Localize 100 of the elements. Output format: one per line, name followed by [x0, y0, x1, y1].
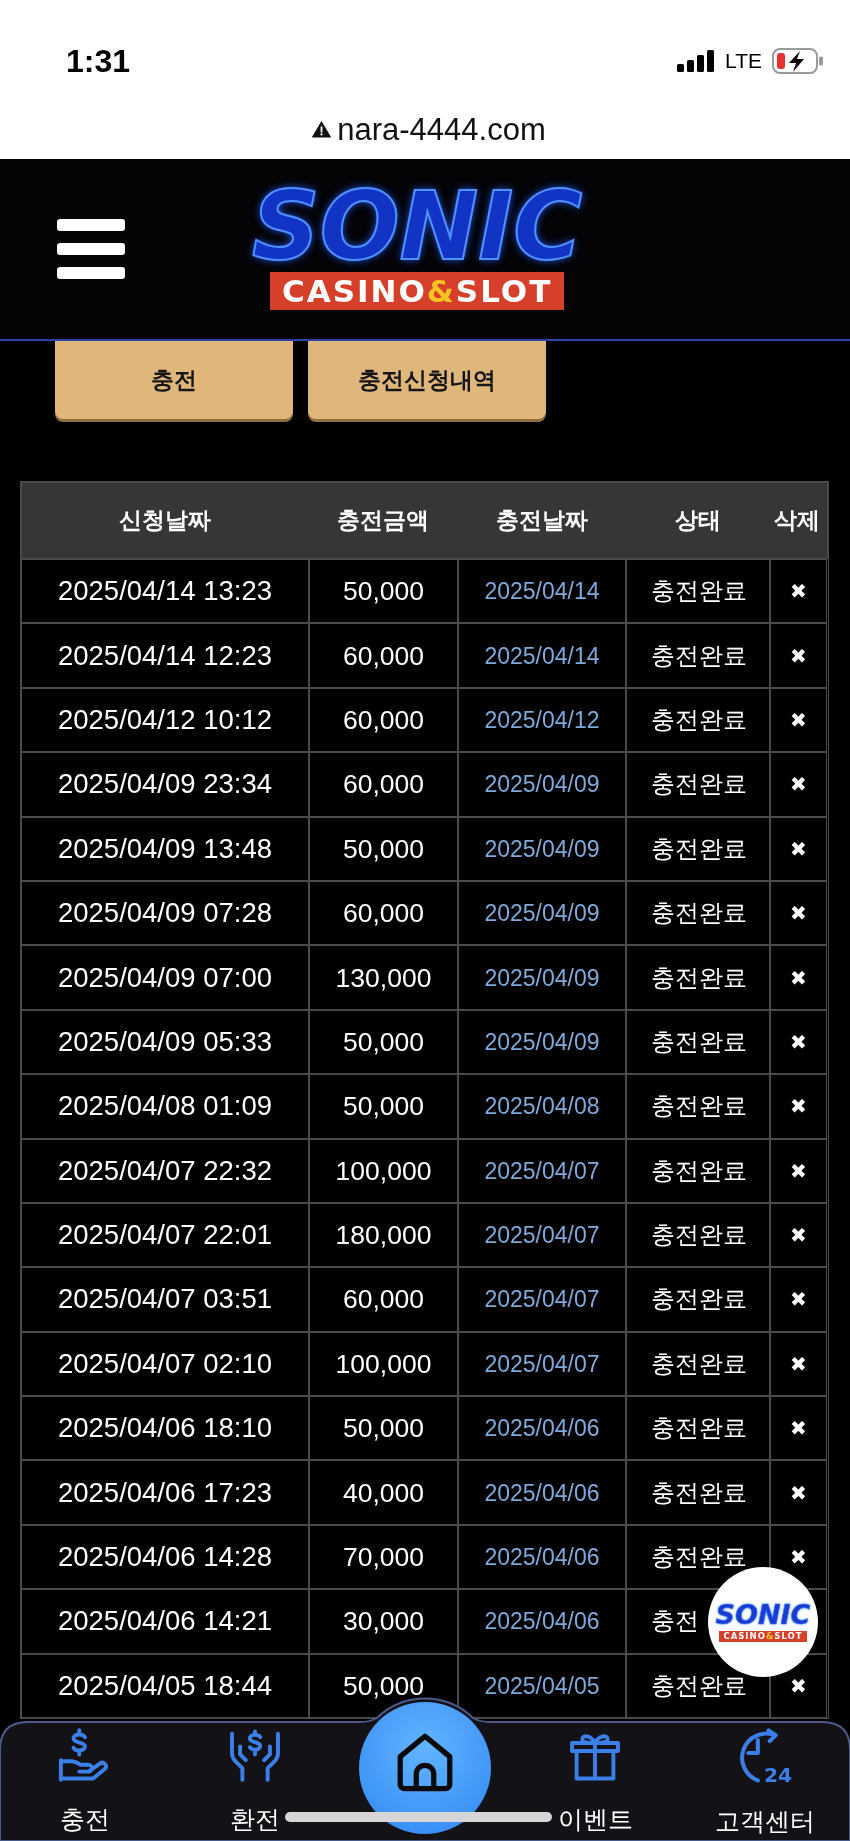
- charge-amount: 60,000: [342, 901, 425, 926]
- warning-icon: [312, 121, 332, 138]
- request-time: 2025/04/06 14:28: [57, 1544, 273, 1571]
- status-time: 1:31: [66, 42, 131, 81]
- logo-banner: CASINO&SLOT: [269, 272, 565, 310]
- request-time: 2025/04/07 03:51: [57, 1286, 273, 1313]
- charge-date: 2025/04/09: [484, 901, 600, 926]
- menu-button[interactable]: [57, 219, 125, 279]
- charge-amount: 180,000: [335, 1223, 432, 1248]
- delete-button[interactable]: ✖: [790, 1098, 807, 1115]
- charge-amount: 100,000: [335, 1158, 432, 1183]
- column-header: 삭제: [774, 506, 821, 535]
- status-text: 충전완료: [651, 900, 747, 927]
- url-text[interactable]: nara-4444.com: [337, 110, 546, 149]
- delete-button[interactable]: ✖: [790, 647, 807, 664]
- charge-button[interactable]: 충전: [55, 341, 293, 419]
- charge-date: 2025/04/07: [484, 1287, 600, 1312]
- delete-button[interactable]: ✖: [790, 840, 807, 857]
- charge-amount: 30,000: [342, 1609, 425, 1634]
- charge-amount: 40,000: [342, 1480, 425, 1505]
- charge-date: 2025/04/06: [484, 1545, 600, 1570]
- request-time: 2025/04/06 18:10: [57, 1415, 273, 1442]
- exchange-tab[interactable]: 환전: [227, 1728, 283, 1834]
- delete-button[interactable]: ✖: [790, 1227, 807, 1244]
- delete-button[interactable]: ✖: [790, 1677, 807, 1694]
- column-header: 신청날짜: [119, 506, 212, 535]
- charge-date: 2025/04/09: [484, 965, 600, 990]
- charge-amount: 50,000: [342, 836, 425, 861]
- charge-tab[interactable]: 충전: [57, 1728, 113, 1834]
- charge-amount: 50,000: [342, 1029, 425, 1054]
- request-time: 2025/04/05 18:44: [57, 1672, 273, 1699]
- charge-date: 2025/04/09: [484, 1029, 600, 1054]
- charge-date: 2025/04/07: [484, 1223, 600, 1248]
- signal-icon: [677, 50, 716, 72]
- request-time: 2025/04/06 14:21: [57, 1608, 273, 1635]
- charge-date: 2025/04/14: [484, 579, 600, 604]
- charge-amount: 60,000: [342, 643, 425, 668]
- status-text: 충전완료: [651, 1350, 747, 1377]
- delete-button[interactable]: ✖: [790, 1549, 807, 1566]
- request-time: 2025/04/06 17:23: [57, 1479, 273, 1506]
- status-text: 충전완료: [651, 1093, 747, 1120]
- floating-logo[interactable]: SONIC CASINO&SLOT: [708, 1567, 818, 1677]
- charge-date: 2025/04/12: [484, 707, 600, 732]
- charge-amount: 100,000: [335, 1351, 432, 1376]
- charge-date: 2025/04/08: [484, 1094, 600, 1119]
- charge-date: 2025/04/09: [484, 836, 600, 861]
- support-tab[interactable]: 24 고객센터: [715, 1728, 815, 1836]
- delete-button[interactable]: ✖: [790, 969, 807, 986]
- status-text: 충전완료: [651, 706, 747, 733]
- status-text: 충전완료: [651, 771, 747, 798]
- request-time: 2025/04/07 02:10: [57, 1350, 273, 1377]
- charge-date: 2025/04/06: [484, 1416, 600, 1441]
- charge-date: 2025/04/07: [484, 1158, 600, 1183]
- delete-button[interactable]: ✖: [790, 1033, 807, 1050]
- charge-amount: 130,000: [335, 965, 432, 990]
- status-text: 충전완료: [651, 835, 747, 862]
- status-text: 충전완료: [651, 1157, 747, 1184]
- request-time: 2025/04/14 12:23: [57, 642, 273, 669]
- battery-icon: [772, 48, 824, 74]
- charge-date: 2025/04/05: [484, 1673, 600, 1698]
- delete-button[interactable]: ✖: [790, 1291, 807, 1308]
- charge-amount: 70,000: [342, 1545, 425, 1570]
- charge-amount: 60,000: [342, 1287, 425, 1312]
- logo-title: SONIC: [715, 1602, 811, 1628]
- charge-amount: 50,000: [342, 1673, 425, 1698]
- request-time: 2025/04/09 13:48: [57, 835, 273, 862]
- delete-button[interactable]: ✖: [790, 905, 807, 922]
- charge-date: 2025/04/07: [484, 1351, 600, 1376]
- charge-amount: 50,000: [342, 1094, 425, 1119]
- history-button[interactable]: 충전신청내역: [308, 341, 546, 419]
- charge-amount: 60,000: [342, 772, 425, 797]
- logo-banner: CASINO&SLOT: [719, 1631, 807, 1642]
- menu-icon: [57, 219, 125, 279]
- request-time: 2025/04/12 10:12: [57, 706, 273, 733]
- delete-button[interactable]: ✖: [790, 583, 807, 600]
- column-header: 충전금액: [337, 506, 429, 535]
- request-time: 2025/04/14 13:23: [57, 578, 273, 605]
- logo-title: SONIC: [252, 188, 583, 266]
- request-time: 2025/04/09 23:34: [57, 771, 273, 798]
- delete-button[interactable]: ✖: [790, 776, 807, 793]
- request-time: 2025/04/09 05:33: [57, 1028, 273, 1055]
- event-tab[interactable]: 이벤트: [557, 1728, 633, 1834]
- status-text: 충전완료: [651, 1415, 747, 1442]
- charge-amount: 50,000: [342, 579, 425, 604]
- status-text: 충전완료: [651, 964, 747, 991]
- column-header: 상태: [674, 506, 721, 535]
- request-time: 2025/04/09 07:00: [57, 964, 273, 991]
- delete-button[interactable]: ✖: [790, 711, 807, 728]
- network-type: LTE: [725, 48, 762, 74]
- request-time: 2025/04/09 07:28: [57, 900, 273, 927]
- delete-button[interactable]: ✖: [790, 1420, 807, 1437]
- status-text: 충전완료: [651, 642, 747, 669]
- status-text: 충전완료: [651, 1286, 747, 1313]
- status-text: 충전완료: [651, 1028, 747, 1055]
- charge-date: 2025/04/09: [484, 772, 600, 797]
- delete-button[interactable]: ✖: [790, 1355, 807, 1372]
- request-time: 2025/04/07 22:32: [57, 1157, 273, 1184]
- delete-button[interactable]: ✖: [790, 1162, 807, 1179]
- charge-date: 2025/04/14: [484, 643, 600, 668]
- delete-button[interactable]: ✖: [790, 1484, 807, 1501]
